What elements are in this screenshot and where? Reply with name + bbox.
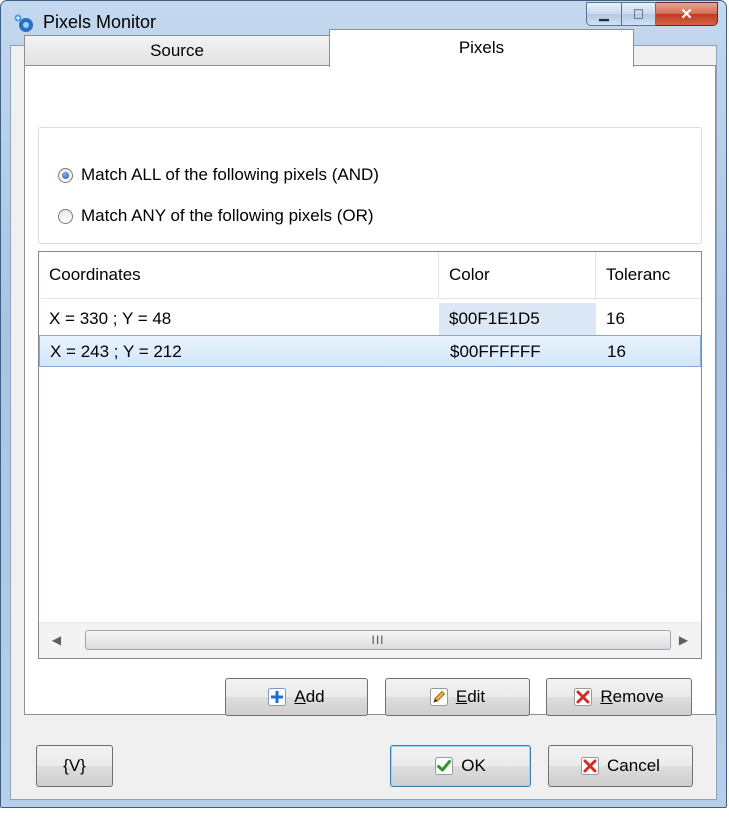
tab-source[interactable]: Source: [24, 35, 330, 65]
column-tolerance[interactable]: Toleranc: [596, 252, 701, 298]
close-icon: ✕: [680, 6, 693, 23]
minimize-button[interactable]: ▁: [586, 2, 622, 26]
edit-button[interactable]: Edit: [385, 678, 530, 716]
match-all-option[interactable]: Match ALL of the following pixels (AND): [58, 165, 379, 185]
cell-tolerance: 16: [607, 342, 626, 361]
cell-tolerance: 16: [606, 309, 625, 328]
column-coordinates[interactable]: Coordinates: [39, 252, 439, 298]
table-row-selected[interactable]: X = 243 ; Y = 212 $00FFFFFF 16: [39, 335, 701, 367]
tab-pixels[interactable]: Pixels: [329, 29, 634, 67]
remove-button[interactable]: Remove: [546, 678, 692, 716]
remove-icon: [574, 688, 593, 706]
grip-icon: III: [371, 633, 385, 647]
scroll-right-icon[interactable]: ▶: [666, 623, 701, 658]
cancel-icon: [581, 757, 600, 775]
maximize-icon: □: [633, 5, 644, 23]
match-mode-group: [38, 127, 702, 244]
cell-coordinates: X = 330 ; Y = 48: [49, 309, 172, 328]
checkmark-icon: [435, 757, 454, 775]
scroll-thumb[interactable]: III: [85, 630, 671, 650]
match-any-radio[interactable]: [58, 208, 73, 224]
add-icon: [268, 688, 287, 706]
cell-color: $00F1E1D5: [439, 303, 596, 335]
caption-buttons: ▁ □ ✕: [586, 2, 718, 28]
cancel-label: Cancel: [607, 756, 660, 775]
remove-label: Remove: [600, 687, 664, 706]
variables-label: {V}: [63, 756, 86, 775]
table-row[interactable]: X = 330 ; Y = 48 $00F1E1D5 16: [39, 303, 701, 335]
list-header: Coordinates Color Toleranc: [39, 252, 701, 299]
match-any-label[interactable]: Match ANY of the following pixels (OR): [81, 206, 374, 226]
app-icon: [14, 14, 33, 32]
minimize-icon: ▁: [599, 7, 609, 21]
pixel-list[interactable]: Coordinates Color Toleranc X = 330 ; Y =…: [38, 251, 702, 659]
edit-label: Edit: [455, 687, 486, 706]
match-all-radio[interactable]: [58, 167, 73, 183]
cancel-button[interactable]: Cancel: [548, 745, 693, 787]
scroll-left-icon[interactable]: ◀: [39, 623, 74, 658]
add-label: Add: [294, 687, 325, 706]
variables-button[interactable]: {V}: [36, 745, 113, 787]
ok-label: OK: [461, 756, 486, 775]
cell-color: $00FFFFFF: [450, 342, 541, 361]
match-all-label[interactable]: Match ALL of the following pixels (AND): [81, 165, 379, 185]
horizontal-scrollbar[interactable]: ◀ III ▶: [39, 622, 701, 658]
ok-button[interactable]: OK: [390, 745, 531, 787]
match-any-option[interactable]: Match ANY of the following pixels (OR): [58, 206, 374, 226]
add-button[interactable]: Add: [225, 678, 368, 716]
cell-coordinates: X = 243 ; Y = 212: [50, 342, 182, 361]
window-title: Pixels Monitor: [43, 12, 157, 32]
maximize-button[interactable]: □: [622, 2, 656, 26]
pencil-icon: [429, 688, 448, 706]
close-button[interactable]: ✕: [656, 2, 718, 26]
column-color[interactable]: Color: [439, 252, 596, 298]
